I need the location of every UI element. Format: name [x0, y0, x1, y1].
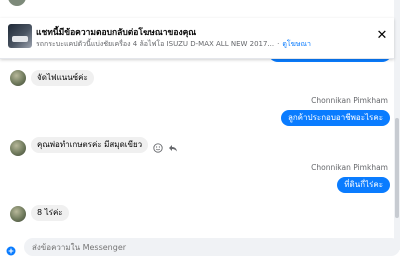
avatar[interactable]	[10, 140, 26, 156]
incoming-message[interactable]: 8 ไร่ค่ะ	[31, 205, 69, 221]
sender-name: Chonnikan Pimkham	[311, 96, 388, 105]
incoming-message[interactable]: จัดไฟแนนซ์ค่ะ	[31, 70, 94, 86]
avatar[interactable]	[10, 70, 26, 86]
avatar[interactable]	[10, 206, 26, 222]
reply-icon[interactable]	[168, 143, 178, 153]
message-actions	[153, 143, 178, 153]
ad-reply-banner[interactable]: แชทนี้มีข้อความตอบกลับต่อโฆษณาของคุณ รถก…	[0, 18, 394, 59]
scrollbar-thumb[interactable]	[395, 118, 399, 218]
view-ad-link[interactable]: ดูโฆษณา	[282, 40, 311, 48]
outgoing-message[interactable]: ลูกค้าประกอบอาชีพอะไรคะ	[280, 110, 390, 126]
separator-dot: ·	[277, 40, 280, 48]
incoming-message[interactable]: คุณพ่อทำเกษตรค่ะ มีสมุดเขียว	[31, 137, 149, 153]
outgoing-message[interactable]: ที่ดินกี่ไร่คะ	[337, 177, 390, 193]
ad-thumbnail[interactable]	[8, 24, 32, 48]
sender-name: Chonnikan Pimkham	[311, 163, 388, 172]
banner-title: แชทนี้มีข้อความตอบกลับต่อโฆษณาของคุณ	[36, 28, 197, 38]
scrollbar[interactable]	[394, 0, 400, 250]
message-composer	[0, 236, 400, 256]
partial-avatar-top	[8, 0, 26, 6]
banner-ad-text: รถกระบะแคปตัวนี้แบ่งชัยเครื่อง 4 ล้อไฟโอ…	[36, 40, 275, 48]
close-icon[interactable]: ✕	[374, 28, 390, 44]
emoji-icon[interactable]	[153, 143, 163, 153]
message-input[interactable]	[24, 238, 400, 256]
banner-subtitle: รถกระบะแคปตัวนี้แบ่งชัยเครื่อง 4 ล้อไฟโอ…	[36, 39, 311, 50]
